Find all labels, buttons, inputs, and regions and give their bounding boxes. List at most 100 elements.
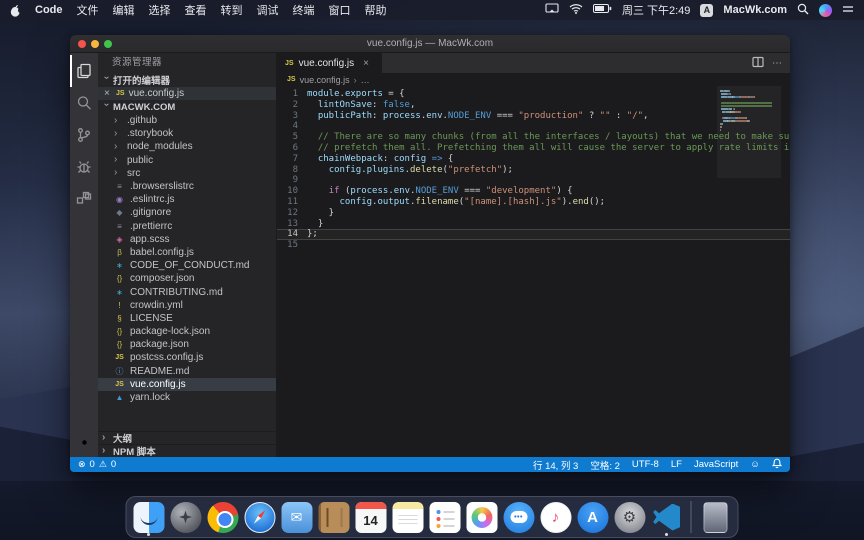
tree-item-.browserslistrc[interactable]: ≡.browserslistrc	[98, 180, 276, 193]
code-editor[interactable]: 1module.exports = {2 lintOnSave: false,3…	[277, 86, 790, 457]
tree-item-.gitignore[interactable]: ◆.gitignore	[98, 206, 276, 219]
workspace-section[interactable]: › MACWK.COM	[98, 100, 276, 114]
menu-item-转到[interactable]: 转到	[221, 2, 243, 18]
menu-item-查看[interactable]: 查看	[185, 2, 207, 18]
breadcrumb[interactable]: JS vue.config.js › …	[277, 73, 790, 86]
menu-item-终端[interactable]: 终端	[293, 2, 315, 18]
dock-app-photos[interactable]	[465, 498, 499, 536]
extensions-icon[interactable]	[70, 183, 98, 215]
tree-item-composer.json[interactable]: {}composer.json	[98, 272, 276, 285]
tree-item-package.json[interactable]: {}package.json	[98, 338, 276, 351]
menu-item-编辑[interactable]: 编辑	[113, 2, 135, 18]
tree-item-crowdin.yml[interactable]: !crowdin.yml	[98, 299, 276, 312]
close-window-button[interactable]	[78, 40, 86, 48]
tree-item-LICENSE[interactable]: §LICENSE	[98, 312, 276, 325]
indentation[interactable]: 空格: 2	[590, 458, 620, 472]
dock-app-contacts[interactable]	[317, 498, 351, 536]
errors-icon[interactable]: ⊗	[78, 459, 86, 470]
code-line-12[interactable]: 12 }	[277, 208, 790, 219]
minimize-window-button[interactable]	[91, 40, 99, 48]
sidebar-section-大纲[interactable]: ›大纲	[98, 431, 276, 444]
split-editor-icon[interactable]	[752, 56, 764, 71]
tree-item-postcss.config.js[interactable]: JSpostcss.config.js	[98, 351, 276, 364]
tree-item-.github[interactable]: ›.github	[98, 114, 276, 127]
language-mode[interactable]: JavaScript	[694, 459, 738, 470]
tree-item-public[interactable]: ›public	[98, 154, 276, 167]
wifi-icon[interactable]	[569, 3, 583, 17]
tree-item-node_modules[interactable]: ›node_modules	[98, 140, 276, 153]
tree-item-CODE_OF_CONDUCT.md[interactable]: ∗CODE_OF_CONDUCT.md	[98, 259, 276, 272]
menu-item-调试[interactable]: 调试	[257, 2, 279, 18]
settings-gear-icon[interactable]	[70, 434, 98, 451]
tree-item-README.md[interactable]: ⓘREADME.md	[98, 365, 276, 378]
tree-item-babel.config.js[interactable]: βbabel.config.js	[98, 246, 276, 259]
menu-item-窗口[interactable]: 窗口	[329, 2, 351, 18]
menu-item-文件[interactable]: 文件	[77, 2, 99, 18]
tree-item-.eslintrc.js[interactable]: ◉.eslintrc.js	[98, 193, 276, 206]
menu-item-选择[interactable]: 选择	[149, 2, 171, 18]
warnings-icon[interactable]: ⚠	[99, 459, 107, 470]
dock-app-launchpad[interactable]	[169, 498, 203, 536]
dock-app-calendar[interactable]: 14	[354, 498, 388, 536]
dock-app-vscode[interactable]	[650, 498, 684, 536]
dock-app-finder[interactable]	[132, 498, 166, 536]
battery-icon[interactable]	[593, 4, 612, 16]
code-line-5[interactable]: 5 // There are so many chunks (from all …	[277, 132, 790, 143]
dock-app-notes[interactable]	[391, 498, 425, 536]
apple-menu-icon[interactable]	[10, 4, 21, 17]
display-icon[interactable]	[545, 3, 559, 17]
cursor-position[interactable]: 行 14, 列 3	[533, 458, 578, 472]
dock-app-messages[interactable]: •••	[502, 498, 536, 536]
search-icon[interactable]	[70, 87, 98, 119]
tab-vue-config[interactable]: JS vue.config.js ×	[277, 53, 382, 73]
close-editor-icon[interactable]: ×	[104, 88, 112, 99]
code-line-3[interactable]: 3 publicPath: process.env.NODE_ENV === "…	[277, 111, 790, 122]
encoding[interactable]: UTF-8	[632, 459, 659, 470]
siri-icon[interactable]	[819, 4, 832, 17]
dock-app-mail[interactable]: ✉	[280, 498, 314, 536]
tree-item-src[interactable]: ›src	[98, 167, 276, 180]
dock-app-trash[interactable]	[699, 498, 733, 536]
code-line-10[interactable]: 10 if (process.env.NODE_ENV === "develop…	[277, 186, 790, 197]
menu-item-帮助[interactable]: 帮助	[365, 2, 387, 18]
tree-item-app.scss[interactable]: ◈app.scss	[98, 233, 276, 246]
debug-icon[interactable]	[70, 151, 98, 183]
input-method-icon[interactable]: A	[700, 4, 713, 17]
more-actions-icon[interactable]: ⋯	[772, 58, 782, 69]
zoom-window-button[interactable]	[104, 40, 112, 48]
code-line-9[interactable]: 9	[277, 175, 790, 186]
code-line-4[interactable]: 4	[277, 121, 790, 132]
code-line-1[interactable]: 1module.exports = {	[277, 89, 790, 100]
spotlight-search-icon[interactable]	[797, 3, 809, 18]
window-title-bar[interactable]: vue.config.js — MacWk.com	[70, 35, 790, 53]
code-line-7[interactable]: 7 chainWebpack: config => {	[277, 154, 790, 165]
tree-item-CONTRIBUTING.md[interactable]: ∗CONTRIBUTING.md	[98, 285, 276, 298]
tab-close-icon[interactable]: ×	[363, 58, 369, 69]
code-line-6[interactable]: 6 // prefetch them all. Prefetching them…	[277, 143, 790, 154]
notifications-bell-icon[interactable]	[772, 458, 782, 472]
open-editor-item[interactable]: ×JSvue.config.js	[98, 87, 276, 100]
tree-item-vue.config.js[interactable]: JSvue.config.js	[98, 378, 276, 391]
tree-item-package-lock.json[interactable]: {}package-lock.json	[98, 325, 276, 338]
feedback-smiley-icon[interactable]: ☺	[750, 459, 760, 470]
warnings-count[interactable]: 0	[111, 459, 116, 470]
tree-item-yarn.lock[interactable]: ▲yarn.lock	[98, 391, 276, 404]
dock-app-music[interactable]: ♪	[539, 498, 573, 536]
errors-count[interactable]: 0	[90, 459, 95, 470]
dock-app-appstore[interactable]: A	[576, 498, 610, 536]
menu-app-name[interactable]: Code	[35, 4, 63, 16]
notification-center-icon[interactable]	[842, 4, 854, 17]
code-line-11[interactable]: 11 config.output.filename("[name].[hash]…	[277, 197, 790, 208]
code-line-15[interactable]: 15	[277, 240, 790, 251]
code-line-13[interactable]: 13 }	[277, 219, 790, 230]
tree-item-.storybook[interactable]: ›.storybook	[98, 127, 276, 140]
code-line-2[interactable]: 2 lintOnSave: false,	[277, 100, 790, 111]
dock-app-syspref[interactable]: ⚙	[613, 498, 647, 536]
dock-app-reminders[interactable]	[428, 498, 462, 536]
menu-site-label[interactable]: MacWk.com	[723, 4, 787, 16]
code-line-14[interactable]: 14};	[277, 229, 790, 240]
source-control-icon[interactable]	[70, 119, 98, 151]
dock-app-safari[interactable]	[243, 498, 277, 536]
tree-item-.prettierrc[interactable]: ≡.prettierrc	[98, 220, 276, 233]
menu-clock[interactable]: 周三 下午2:49	[622, 2, 690, 18]
